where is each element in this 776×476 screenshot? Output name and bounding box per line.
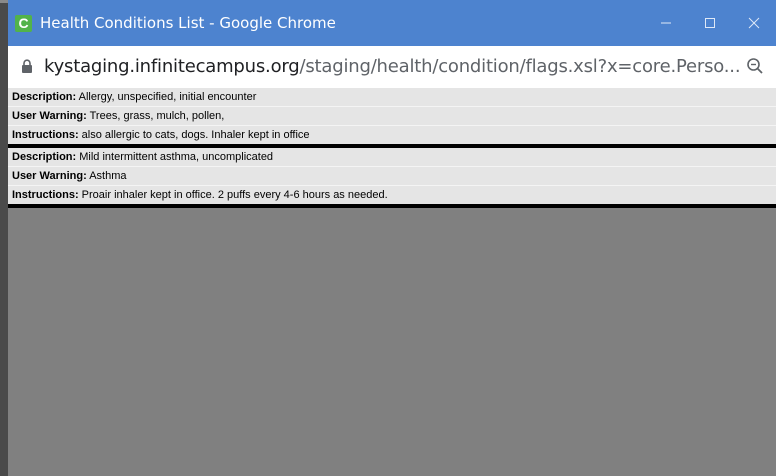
instructions-label: Instructions:	[12, 189, 79, 201]
close-icon	[748, 17, 760, 29]
close-button[interactable]	[732, 0, 776, 46]
window-title: Health Conditions List - Google Chrome	[40, 14, 336, 32]
maximize-icon	[705, 18, 715, 28]
user-warning-value: Asthma	[86, 170, 127, 182]
instructions-value: also allergic to cats, dogs. Inhaler kep…	[78, 129, 310, 141]
instructions-row: Instructions: also allergic to cats, dog…	[8, 125, 776, 144]
user-warning-row: User Warning: Trees, grass, mulch, polle…	[8, 106, 776, 125]
url-text[interactable]: kystaging.infinitecampus.org/staging/hea…	[44, 56, 744, 77]
instructions-label: Instructions:	[12, 129, 79, 141]
description-label: Description:	[12, 151, 77, 163]
instructions-value: Proair inhaler kept in office. 2 puffs e…	[78, 189, 388, 201]
browser-popup-window: C Health Conditions List - Google Chrome…	[8, 0, 776, 476]
condition-record: Description: Allergy, unspecified, initi…	[8, 88, 776, 148]
description-value: Allergy, unspecified, initial encounter	[76, 91, 257, 103]
user-warning-label: User Warning:	[12, 170, 87, 182]
page-content: Description: Allergy, unspecified, initi…	[8, 88, 776, 476]
description-label: Description:	[12, 91, 77, 103]
description-row: Description: Mild intermittent asthma, u…	[8, 148, 776, 166]
maximize-button[interactable]	[688, 0, 732, 46]
title-bar[interactable]: C Health Conditions List - Google Chrome	[8, 0, 776, 46]
user-warning-label: User Warning:	[12, 110, 87, 122]
campus-app-icon: C	[15, 14, 32, 32]
condition-record: Description: Mild intermittent asthma, u…	[8, 148, 776, 208]
user-warning-value: Trees, grass, mulch, pollen,	[86, 110, 225, 122]
url-host: kystaging.infinitecampus.org	[44, 55, 300, 77]
description-row: Description: Allergy, unspecified, initi…	[8, 88, 776, 106]
url-path: /staging/health/condition/flags.xsl?x=co…	[299, 55, 741, 77]
minimize-icon	[661, 22, 671, 24]
lock-icon[interactable]	[20, 58, 34, 74]
minimize-button[interactable]	[644, 0, 688, 46]
zoom-icon[interactable]	[744, 55, 766, 77]
instructions-row: Instructions: Proair inhaler kept in off…	[8, 185, 776, 204]
description-value: Mild intermittent asthma, uncomplicated	[76, 151, 274, 163]
user-warning-row: User Warning: Asthma	[8, 166, 776, 185]
address-bar[interactable]: kystaging.infinitecampus.org/staging/hea…	[8, 46, 776, 86]
